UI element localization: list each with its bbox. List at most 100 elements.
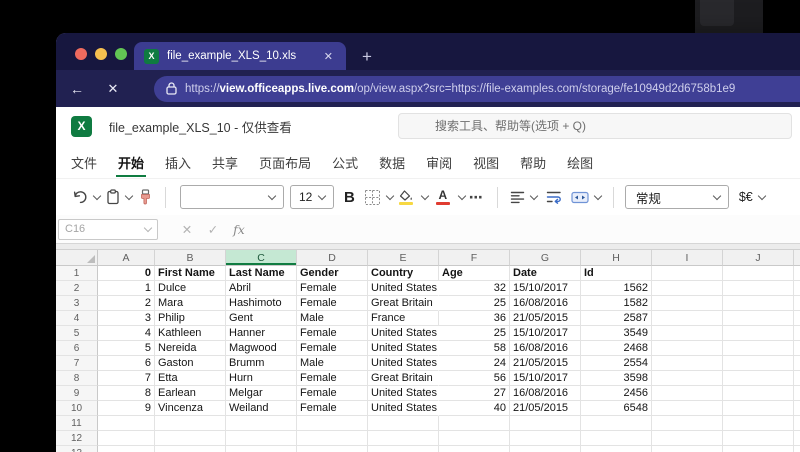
column-header-J[interactable]: J — [723, 250, 794, 266]
paste-dropdown-chevron[interactable] — [124, 191, 134, 200]
font-color-button[interactable]: A — [435, 189, 450, 205]
row-header-6[interactable]: 6 — [56, 341, 98, 356]
undo-button[interactable] — [72, 189, 102, 205]
column-header-H[interactable]: H — [581, 250, 652, 266]
column-header-C[interactable]: C — [226, 250, 297, 266]
select-all-button[interactable] — [56, 250, 98, 266]
cell-E10[interactable]: United States — [368, 401, 439, 416]
cell-I13[interactable] — [652, 446, 723, 452]
cell-J12[interactable] — [723, 431, 794, 446]
cell-C13[interactable] — [226, 446, 297, 452]
zoom-window-button[interactable] — [115, 48, 127, 60]
column-header-G[interactable]: G — [510, 250, 581, 266]
font-color-chevron[interactable] — [457, 191, 467, 200]
cell-E6[interactable]: United States — [368, 341, 439, 356]
more-options-button[interactable]: ⋯ — [469, 189, 484, 206]
cell-F3[interactable]: 25 — [439, 296, 510, 311]
cell-G5[interactable]: 15/10/2017 — [510, 326, 581, 341]
cell-F2[interactable]: 32 — [439, 281, 510, 296]
wrap-text-button[interactable] — [546, 190, 562, 204]
cell-F11[interactable] — [439, 416, 510, 431]
cell-I8[interactable] — [652, 371, 723, 386]
column-header-B[interactable]: B — [155, 250, 226, 266]
cell-B4[interactable]: Philip — [155, 311, 226, 326]
cell-J5[interactable] — [723, 326, 794, 341]
cell-E7[interactable]: United States — [368, 356, 439, 371]
row-header-2[interactable]: 2 — [56, 281, 98, 296]
cell-I9[interactable] — [652, 386, 723, 401]
cell-D13[interactable] — [297, 446, 368, 452]
cell-B5[interactable]: Kathleen — [155, 326, 226, 341]
cell-H8[interactable]: 3598 — [581, 371, 652, 386]
cell-B3[interactable]: Mara — [155, 296, 226, 311]
menu-tab-审阅[interactable]: 审阅 — [424, 146, 454, 177]
column-header-E[interactable]: E — [368, 250, 439, 266]
cell-A8[interactable]: 7 — [98, 371, 155, 386]
cell-D9[interactable]: Female — [297, 386, 368, 401]
cell-I1[interactable] — [652, 266, 723, 281]
cell-B7[interactable]: Gaston — [155, 356, 226, 371]
cell-A10[interactable]: 9 — [98, 401, 155, 416]
cell-E2[interactable]: United States — [368, 281, 439, 296]
column-header-D[interactable]: D — [297, 250, 368, 266]
menu-tab-文件[interactable]: 文件 — [69, 146, 99, 177]
cell-A7[interactable]: 6 — [98, 356, 155, 371]
cell-E11[interactable] — [368, 416, 439, 431]
cell-D7[interactable]: Male — [297, 356, 368, 371]
currency-format-button[interactable]: $€ — [739, 190, 766, 204]
cell-E12[interactable] — [368, 431, 439, 446]
cell-H9[interactable]: 2456 — [581, 386, 652, 401]
cell-I11[interactable] — [652, 416, 723, 431]
cell-C8[interactable]: Hurn — [226, 371, 297, 386]
merge-dropdown-chevron[interactable] — [593, 191, 603, 200]
menu-tab-公式[interactable]: 公式 — [330, 146, 360, 177]
alignment-dropdown-chevron[interactable] — [529, 191, 539, 200]
cell-I4[interactable] — [652, 311, 723, 326]
cell-E4[interactable]: France — [368, 311, 439, 326]
name-box-chevron[interactable] — [143, 223, 153, 233]
cell-F9[interactable]: 27 — [439, 386, 510, 401]
cell-J1[interactable] — [723, 266, 794, 281]
cell-G1[interactable]: Date — [510, 266, 581, 281]
cell-B1[interactable]: First Name — [155, 266, 226, 281]
cell-C1[interactable]: Last Name — [226, 266, 297, 281]
name-box[interactable]: C16 — [58, 218, 158, 240]
cell-C7[interactable]: Brumm — [226, 356, 297, 371]
row-header-10[interactable]: 10 — [56, 401, 98, 416]
back-button[interactable]: ← — [66, 81, 88, 97]
cell-C2[interactable]: Abril — [226, 281, 297, 296]
font-size-select[interactable]: 12 — [290, 185, 334, 209]
cell-F1[interactable]: Age — [439, 266, 510, 281]
cell-F4[interactable]: 36 — [439, 311, 510, 326]
cell-A1[interactable]: 0 — [98, 266, 155, 281]
cell-C10[interactable]: Weiland — [226, 401, 297, 416]
cell-J9[interactable] — [723, 386, 794, 401]
row-header-9[interactable]: 9 — [56, 386, 98, 401]
cell-A3[interactable]: 2 — [98, 296, 155, 311]
cell-D10[interactable]: Female — [297, 401, 368, 416]
cell-B10[interactable]: Vincenza — [155, 401, 226, 416]
cell-D11[interactable] — [297, 416, 368, 431]
new-tab-button[interactable]: + — [362, 48, 372, 65]
cell-I12[interactable] — [652, 431, 723, 446]
cell-E3[interactable]: Great Britain — [368, 296, 439, 311]
currency-dropdown-chevron[interactable] — [757, 191, 766, 200]
cell-H12[interactable] — [581, 431, 652, 446]
cell-D1[interactable]: Gender — [297, 266, 368, 281]
column-header-I[interactable]: I — [652, 250, 723, 266]
cell-B9[interactable]: Earlean — [155, 386, 226, 401]
cell-D2[interactable]: Female — [297, 281, 368, 296]
cell-C3[interactable]: Hashimoto — [226, 296, 297, 311]
cell-H11[interactable] — [581, 416, 652, 431]
cell-C9[interactable]: Melgar — [226, 386, 297, 401]
formula-input[interactable] — [252, 215, 800, 243]
cell-H5[interactable]: 3549 — [581, 326, 652, 341]
cell-G8[interactable]: 15/10/2017 — [510, 371, 581, 386]
cell-H7[interactable]: 2554 — [581, 356, 652, 371]
cell-J13[interactable] — [723, 446, 794, 452]
cell-G4[interactable]: 21/05/2015 — [510, 311, 581, 326]
menu-tab-帮助[interactable]: 帮助 — [518, 146, 548, 177]
cell-C11[interactable] — [226, 416, 297, 431]
cell-I5[interactable] — [652, 326, 723, 341]
cell-D6[interactable]: Female — [297, 341, 368, 356]
